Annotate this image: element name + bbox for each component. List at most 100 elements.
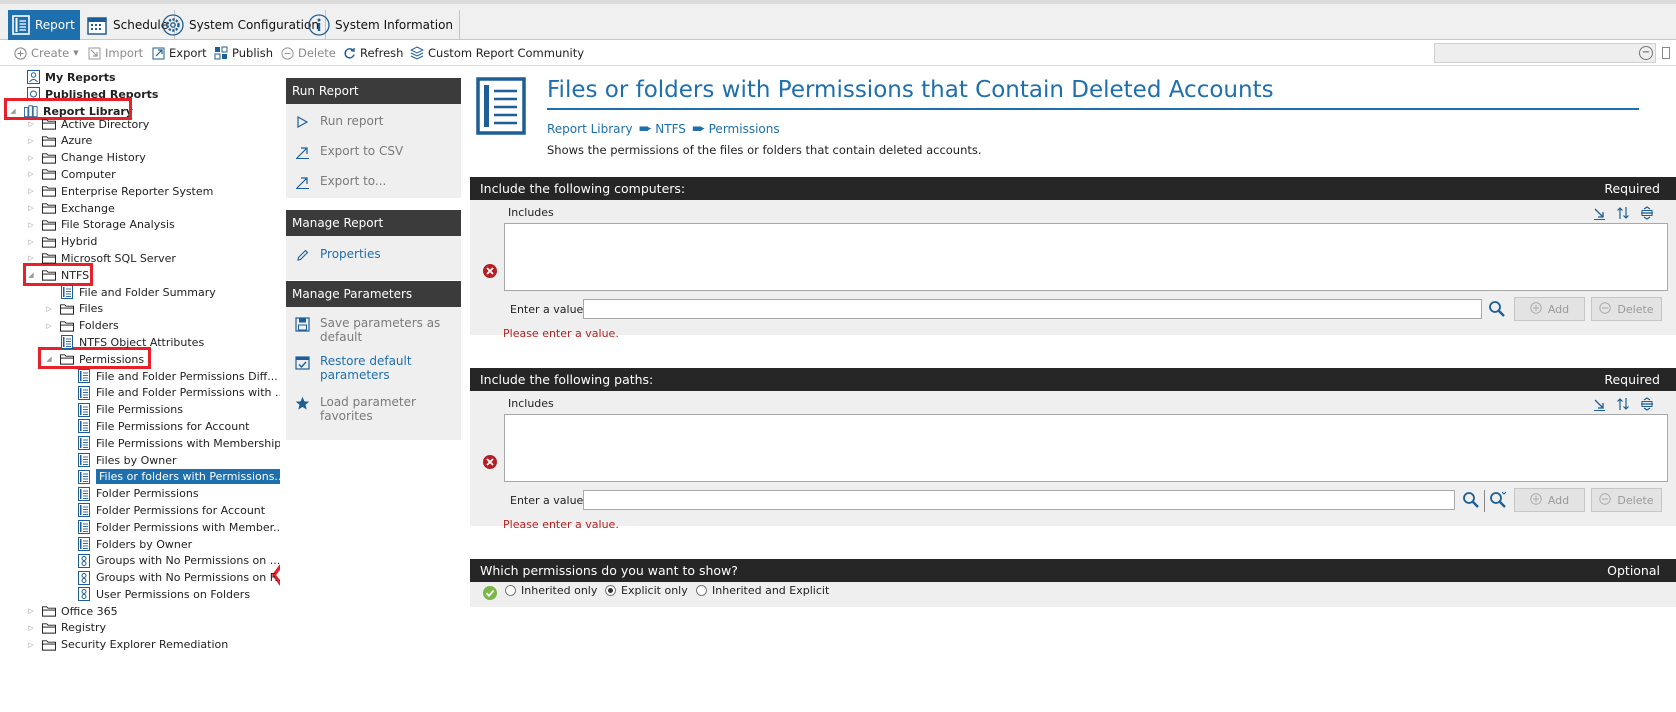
- tree-node[interactable]: ▷ Registry: [26, 619, 106, 637]
- expand-arrow-icon[interactable]: ▷: [26, 237, 36, 247]
- radio-inherited-and-explicit[interactable]: Inherited and Explicit: [696, 584, 829, 597]
- tree-node[interactable]: ▷ Azure: [26, 132, 92, 150]
- expand-arrow-icon[interactable]: ▷: [26, 169, 36, 179]
- tree-node[interactable]: Folder Permissions: [61, 485, 199, 503]
- expand-arrow-icon[interactable]: ▷: [26, 203, 36, 213]
- refresh-button[interactable]: Refresh: [342, 44, 403, 62]
- properties-action[interactable]: Properties: [294, 247, 381, 263]
- tree-node[interactable]: Folder Permissions for Account: [61, 501, 265, 519]
- expand-arrow-icon[interactable]: ▷: [44, 304, 54, 314]
- export-to-action[interactable]: Export to...: [294, 174, 386, 190]
- tree-node[interactable]: File and Folder Permissions with ...: [61, 384, 285, 402]
- tree-node-my-reports[interactable]: My Reports: [26, 68, 116, 86]
- custom-report-community-button[interactable]: Custom Report Community: [410, 44, 584, 62]
- run-report-section: Run report Export to CSV Export to...: [286, 104, 461, 198]
- tree-label: Files or folders with Permissions...: [95, 468, 289, 486]
- expand-collapse-icon[interactable]: [1640, 206, 1654, 220]
- report-icon: [77, 520, 91, 535]
- tree-node[interactable]: Groups with No Permissions on F...: [61, 569, 285, 587]
- create-button[interactable]: Create ▼: [13, 44, 79, 62]
- import-list-icon[interactable]: [1592, 397, 1606, 411]
- export-to-csv-action[interactable]: Export to CSV: [294, 144, 403, 160]
- expand-arrow-icon[interactable]: ▷: [26, 623, 36, 633]
- expand-arrow-icon: [61, 472, 71, 482]
- computer-value-input[interactable]: [583, 299, 1482, 319]
- load-parameter-favorites-action[interactable]: Load parameter favorites: [294, 395, 444, 423]
- expand-arrow-icon[interactable]: ▷: [26, 153, 36, 163]
- delete-computer-button[interactable]: Delete: [1591, 297, 1662, 321]
- expand-arrow-icon[interactable]: ▷: [44, 321, 54, 331]
- browse-search-icon[interactable]: [1489, 491, 1507, 509]
- restore-parameters-action[interactable]: Restore default parameters: [294, 354, 444, 382]
- computers-include-list[interactable]: [504, 223, 1668, 291]
- tree-node[interactable]: Folders by Owner: [61, 535, 192, 553]
- toolbar-overflow-handle[interactable]: [1662, 47, 1670, 59]
- delete-path-button[interactable]: Delete: [1591, 488, 1662, 512]
- save-parameters-action[interactable]: Save parameters as default: [294, 316, 444, 344]
- search-icon[interactable]: [1462, 491, 1480, 509]
- path-value-input[interactable]: [583, 490, 1455, 510]
- radio-explicit-only[interactable]: Explicit only: [605, 584, 688, 597]
- breadcrumb-report-library[interactable]: Report Library: [547, 122, 633, 136]
- expand-arrow-icon[interactable]: ▷: [26, 253, 36, 263]
- export-arrow-icon: [294, 144, 310, 160]
- import-list-icon[interactable]: [1592, 206, 1606, 220]
- tree-node[interactable]: Folder Permissions with Member...: [61, 518, 284, 536]
- tree-node[interactable]: Files or folders with Permissions...: [61, 468, 289, 486]
- sort-icon[interactable]: [1616, 206, 1630, 220]
- clear-icon[interactable]: −: [1639, 46, 1653, 60]
- expand-collapse-icon[interactable]: [1640, 397, 1654, 411]
- tree-node[interactable]: ▷ Exchange: [26, 199, 114, 217]
- tab-report[interactable]: Report: [8, 10, 80, 40]
- tree-node[interactable]: File and Folder Permissions Diff...: [61, 367, 278, 385]
- tree-node[interactable]: File and Folder Summary: [44, 283, 216, 301]
- expand-arrow-icon[interactable]: ▷: [26, 220, 36, 230]
- tree-node[interactable]: ▷ Files: [44, 300, 103, 318]
- tree-node[interactable]: ▷ Hybrid: [26, 233, 97, 251]
- tree-node[interactable]: ▷ Office 365: [26, 602, 117, 620]
- expand-arrow-icon[interactable]: ▷: [26, 606, 36, 616]
- radio-inherited-only[interactable]: Inherited only: [505, 584, 597, 597]
- expand-arrow-icon[interactable]: ▷: [26, 136, 36, 146]
- publish-button[interactable]: Publish: [214, 44, 273, 62]
- expand-arrow-icon: [61, 371, 71, 381]
- tab-system-configuration[interactable]: System Configuration: [158, 10, 326, 40]
- expand-arrow-icon[interactable]: ▷: [26, 186, 36, 196]
- add-computer-button[interactable]: Add: [1514, 297, 1585, 321]
- tab-system-information[interactable]: System Information: [304, 10, 461, 40]
- tree-node[interactable]: ▷ File Storage Analysis: [26, 216, 174, 234]
- sort-icon[interactable]: [1616, 397, 1630, 411]
- paths-include-list[interactable]: [504, 414, 1668, 482]
- run-report-action[interactable]: Run report: [294, 114, 383, 130]
- publish-icon: [214, 46, 228, 60]
- delete-button[interactable]: Delete: [280, 44, 336, 62]
- tree-node[interactable]: File Permissions with Membership: [61, 434, 281, 452]
- user-report-icon: [26, 70, 40, 84]
- expand-arrow-icon[interactable]: ▷: [26, 640, 36, 650]
- breadcrumb-permissions[interactable]: Permissions: [709, 122, 780, 136]
- tree-node[interactable]: User Permissions on Folders: [61, 585, 250, 603]
- search-input[interactable]: −: [1434, 43, 1656, 63]
- breadcrumb-ntfs[interactable]: NTFS: [655, 122, 686, 136]
- tree-node[interactable]: Files by Owner: [61, 451, 177, 469]
- tree-node[interactable]: ▷ Enterprise Reporter System: [26, 182, 213, 200]
- radio-button[interactable]: [505, 585, 516, 596]
- tree-node[interactable]: ▷ Computer: [26, 165, 115, 183]
- add-path-button[interactable]: Add: [1514, 488, 1585, 512]
- export-button[interactable]: Export: [151, 44, 207, 62]
- expand-arrow-icon[interactable]: ▷: [26, 119, 36, 129]
- tree-node[interactable]: ▷ Security Explorer Remediation: [26, 636, 228, 654]
- tree-node[interactable]: ▷ Folders: [44, 317, 118, 335]
- error-icon: [483, 264, 497, 278]
- tree-node[interactable]: NTFS Object Attributes: [44, 333, 204, 351]
- tree-node[interactable]: File Permissions: [61, 401, 183, 419]
- tree-node[interactable]: File Permissions for Account: [61, 417, 250, 435]
- import-button[interactable]: Import: [87, 44, 143, 62]
- radio-button[interactable]: [696, 585, 707, 596]
- tree-node[interactable]: ▷ Active Directory: [26, 115, 149, 133]
- radio-button-selected[interactable]: [605, 585, 616, 596]
- tree-node[interactable]: Groups with No Permissions on ...: [61, 552, 280, 570]
- tree-node[interactable]: ▷ Change History: [26, 149, 145, 167]
- search-icon[interactable]: [1488, 300, 1506, 318]
- tree-node[interactable]: ▷ Microsoft SQL Server: [26, 249, 176, 267]
